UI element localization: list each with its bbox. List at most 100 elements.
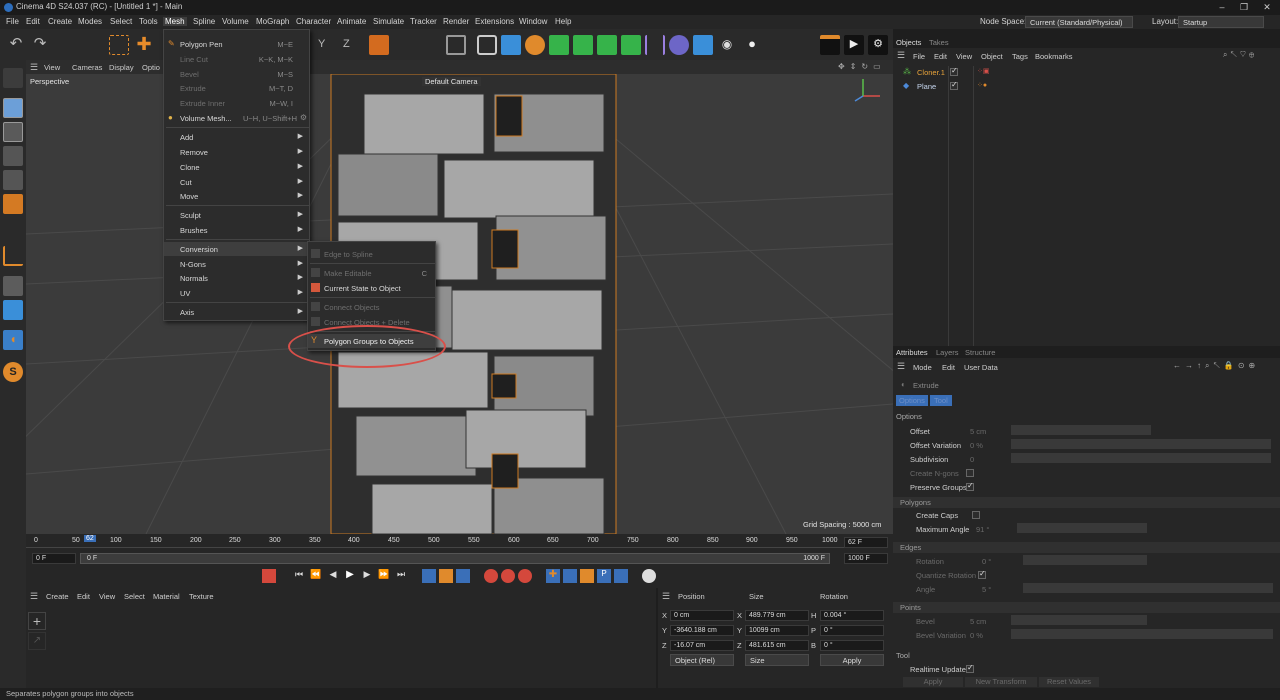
camera-icon[interactable]: ◉	[717, 35, 737, 55]
bevel-slider[interactable]	[1011, 615, 1147, 625]
material-menu-view[interactable]: View	[99, 592, 115, 601]
max-angle-slider[interactable]	[1017, 523, 1147, 533]
objects-toolbar-icons[interactable]: ⌕↖♡⊕	[1223, 50, 1257, 60]
node-space-dropdown[interactable]: Current (Standard/Physical)	[1025, 16, 1133, 28]
menu-item-axis[interactable]: Axis ▶	[164, 305, 309, 319]
menu-tools[interactable]: Tools	[137, 17, 160, 26]
menu-item-edge-to-spline[interactable]: Edge to Spline	[308, 247, 435, 261]
camera-label[interactable]: Default Camera	[422, 77, 481, 86]
angle-slider[interactable]	[1023, 583, 1273, 593]
material-menu-edit[interactable]: Edit	[77, 592, 90, 601]
render-settings-icon[interactable]: ⚙	[868, 35, 888, 55]
menu-item-sculpt[interactable]: Sculpt ▶	[164, 208, 309, 222]
offset-variation-value[interactable]: 0 %	[970, 441, 983, 450]
tab-attributes[interactable]: Attributes	[896, 348, 928, 357]
menu-item-clone[interactable]: Clone ▶	[164, 160, 309, 174]
menu-item-add[interactable]: Add ▶	[164, 130, 309, 144]
create-ngons-checkbox[interactable]	[966, 469, 974, 477]
new-transform-button[interactable]: New Transform	[965, 677, 1037, 687]
play-icon[interactable]: ▶	[343, 569, 357, 583]
playhead[interactable]: 62	[84, 535, 96, 542]
menu-item-uv[interactable]: UV ▶	[164, 286, 309, 300]
snap-magnet-icon[interactable]: ◖	[3, 330, 23, 350]
texture-mode-icon[interactable]	[3, 122, 23, 142]
attr-nav-icons[interactable]: ←→↑⌕↖🔒⊙⊕	[1173, 361, 1259, 371]
viewport-menu-display[interactable]: Display	[109, 63, 134, 72]
pen-icon[interactable]	[525, 35, 545, 55]
menu-item-move[interactable]: Move ▶	[164, 189, 309, 203]
menu-extensions[interactable]: Extensions	[473, 17, 516, 26]
menu-item-extrude[interactable]: Extrude M~T, D	[164, 81, 309, 95]
undo-icon[interactable]: ↶	[6, 35, 26, 55]
position-y-field[interactable]: -3640.188 cm	[670, 625, 734, 636]
menu-file[interactable]: File	[4, 17, 21, 26]
bevel-variation-value[interactable]: 0 %	[970, 631, 983, 640]
quantize-rotation-checkbox[interactable]	[978, 569, 986, 579]
angle-value[interactable]: 5 °	[982, 585, 991, 594]
timeline-ruler[interactable]: 0 50 100 150 200 250 300 350 400 450 500…	[26, 534, 844, 548]
menu-spline[interactable]: Spline	[191, 17, 217, 26]
scale-key-icon[interactable]	[580, 569, 594, 583]
pla-key-icon[interactable]	[614, 569, 628, 583]
material-menu-create[interactable]: Create	[46, 592, 69, 601]
move-tool-icon[interactable]: ✚	[134, 35, 154, 55]
menu-item-conversion[interactable]: Conversion ▶	[164, 242, 309, 256]
create-caps-checkbox[interactable]	[972, 511, 980, 519]
menu-item-ngons[interactable]: N-Gons ▶	[164, 257, 309, 271]
preserve-groups-checkbox[interactable]	[966, 481, 974, 491]
fps-icon[interactable]	[439, 569, 453, 583]
menu-item-line-cut[interactable]: Line Cut K~K, M~K	[164, 52, 309, 66]
section-polygons[interactable]: Polygons	[893, 497, 1280, 508]
section-edges[interactable]: Edges	[893, 542, 1280, 553]
menu-item-cut[interactable]: Cut ▶	[164, 175, 309, 189]
menu-item-current-state-to-object[interactable]: Current State to Object	[308, 281, 435, 295]
tag-icons[interactable]: ⁘●	[977, 81, 987, 89]
subdivision-slider[interactable]	[1011, 453, 1271, 463]
edge-rotation-value[interactable]: 0 °	[982, 557, 991, 566]
attr-menu-user-data[interactable]: User Data	[964, 363, 998, 372]
param-key-icon[interactable]: P	[597, 569, 611, 583]
visibility-check[interactable]	[950, 66, 958, 76]
go-to-end-icon[interactable]: ⏭	[394, 569, 408, 583]
points-mode-icon[interactable]	[3, 146, 23, 166]
menu-volume[interactable]: Volume	[220, 17, 251, 26]
next-key-icon[interactable]: ⏩	[377, 569, 391, 583]
previous-frame-icon[interactable]: ◀	[326, 569, 340, 583]
locked-workplane-icon[interactable]	[3, 300, 23, 320]
material-menu-material[interactable]: Material	[153, 592, 180, 601]
realtime-update-checkbox[interactable]	[966, 663, 974, 673]
maximize-button[interactable]: ❐	[1233, 0, 1255, 15]
menu-animate[interactable]: Animate	[335, 17, 368, 26]
link-icon[interactable]: ↗	[28, 632, 46, 650]
rotation-h-field[interactable]: 0.004 °	[820, 610, 884, 621]
motion-system-icon[interactable]	[642, 569, 656, 583]
polygons-mode-icon[interactable]	[3, 194, 23, 214]
menu-select[interactable]: Select	[108, 17, 134, 26]
menu-tracker[interactable]: Tracker	[408, 17, 439, 26]
tab-layers[interactable]: Layers	[936, 348, 959, 357]
position-z-field[interactable]: -16.07 cm	[670, 640, 734, 651]
rotation-p-field[interactable]: 0 °	[820, 625, 884, 636]
end-frame-field[interactable]: 1000 F	[844, 553, 888, 564]
sound-icon[interactable]	[456, 569, 470, 583]
hamburger-icon[interactable]: ☰	[897, 50, 905, 61]
objects-menu-bookmarks[interactable]: Bookmarks	[1035, 52, 1073, 61]
menu-item-connect-objects[interactable]: Connect Objects	[308, 300, 435, 314]
layout-dropdown[interactable]: Startup	[1178, 16, 1264, 28]
model-mode-icon[interactable]	[3, 98, 23, 118]
subdivision-icon[interactable]	[549, 35, 569, 55]
3d-viewport[interactable]: Perspective Default Camera Grid Spacing …	[26, 74, 893, 534]
mograph-icon[interactable]	[621, 35, 641, 55]
cube-icon[interactable]	[501, 35, 521, 55]
objects-menu-file[interactable]: File	[913, 52, 925, 61]
next-frame-icon[interactable]: ▶	[360, 569, 374, 583]
viewport-menu-view[interactable]: View	[44, 63, 60, 72]
menu-simulate[interactable]: Simulate	[371, 17, 406, 26]
offset-slider[interactable]	[1011, 425, 1151, 435]
hamburger-icon[interactable]: ☰	[662, 591, 670, 602]
redo-icon[interactable]: ↷	[30, 35, 50, 55]
attr-menu-mode[interactable]: Mode	[913, 363, 932, 372]
apply-button[interactable]: Apply	[820, 654, 884, 666]
workplane-icon[interactable]	[3, 276, 23, 296]
tree-item-plane[interactable]: ◆ Plane ⁘●	[893, 80, 1280, 93]
